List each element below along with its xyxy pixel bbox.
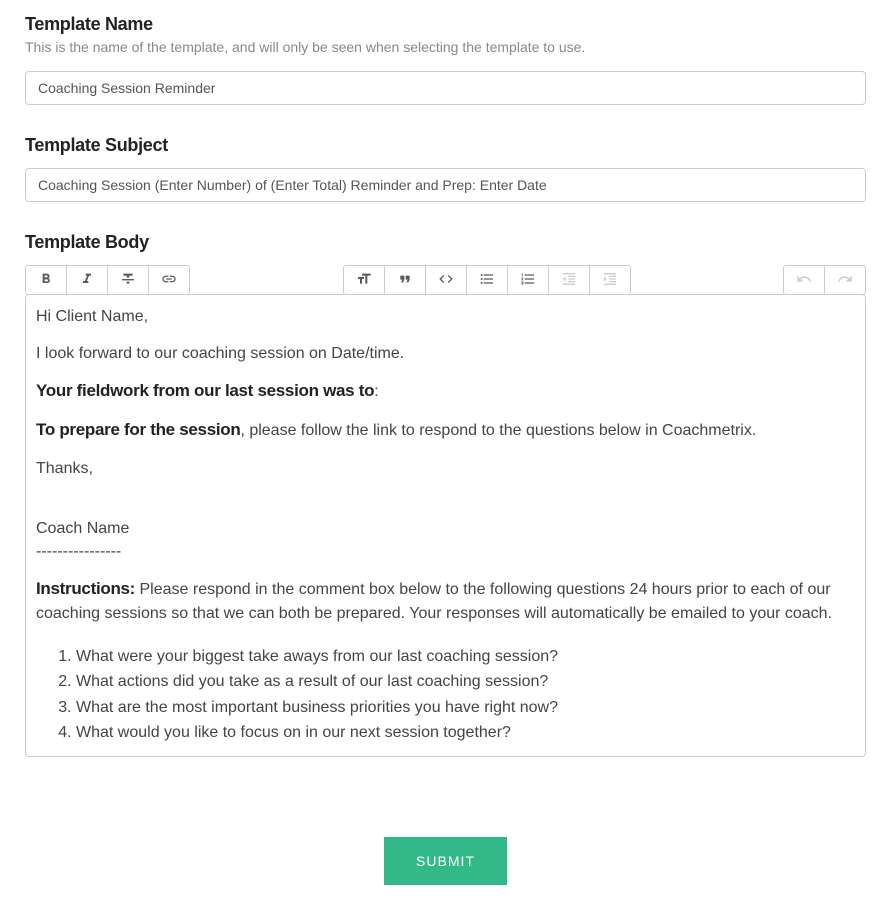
list-item: What are the most important business pri…: [76, 696, 855, 719]
template-body-label: Template Body: [25, 232, 866, 253]
editor-toolbar: [25, 265, 866, 295]
body-fieldwork: Your fieldwork from our last session was…: [36, 379, 855, 404]
template-name-input[interactable]: [25, 71, 866, 105]
code-icon: [438, 271, 454, 290]
strikethrough-button[interactable]: [107, 265, 149, 295]
toolbar-group-history: [783, 265, 866, 295]
bullet-list-icon: [479, 271, 495, 290]
body-questions-list: What were your biggest take aways from o…: [36, 645, 855, 744]
bold-icon: [38, 271, 54, 290]
toolbar-group-format: [25, 265, 190, 295]
body-intro: I look forward to our coaching session o…: [36, 342, 855, 365]
italic-button[interactable]: [66, 265, 108, 295]
list-item: What would you like to focus on in our n…: [76, 721, 855, 744]
quote-icon: [397, 271, 413, 290]
redo-icon: [837, 271, 853, 290]
numbered-list-button[interactable]: [507, 265, 549, 295]
body-fieldwork-colon: :: [374, 383, 378, 400]
numbered-list-icon: [520, 271, 536, 290]
code-button[interactable]: [425, 265, 467, 295]
outdent-icon: [561, 271, 577, 290]
link-button[interactable]: [148, 265, 190, 295]
strikethrough-icon: [120, 271, 136, 290]
template-subject-label: Template Subject: [25, 135, 866, 156]
body-prepare-text: , please follow the link to respond to t…: [240, 422, 756, 439]
template-name-label: Template Name: [25, 14, 866, 35]
template-name-description: This is the name of the template, and wi…: [25, 39, 866, 55]
quote-button[interactable]: [384, 265, 426, 295]
text-size-icon: [356, 271, 372, 290]
undo-button[interactable]: [783, 265, 825, 295]
bullet-list-button[interactable]: [466, 265, 508, 295]
toolbar-group-block: [343, 265, 631, 295]
body-thanks: Thanks,: [36, 457, 855, 480]
body-fieldwork-bold: Your fieldwork from our last session was…: [36, 381, 374, 400]
list-item: What actions did you take as a result of…: [76, 670, 855, 693]
body-coach: Coach Name: [36, 517, 855, 540]
body-instructions: Instructions: Please respond in the comm…: [36, 577, 855, 625]
outdent-button[interactable]: [548, 265, 590, 295]
italic-icon: [79, 271, 95, 290]
indent-button[interactable]: [589, 265, 631, 295]
body-instructions-bold: Instructions:: [36, 579, 135, 598]
template-subject-input[interactable]: [25, 168, 866, 202]
link-icon: [161, 271, 177, 290]
undo-icon: [796, 271, 812, 290]
body-instructions-text: Please respond in the comment box below …: [36, 581, 832, 622]
body-prepare: To prepare for the session, please follo…: [36, 418, 855, 443]
body-divider: ----------------: [36, 540, 855, 563]
indent-icon: [602, 271, 618, 290]
template-body-editor[interactable]: Hi Client Name, I look forward to our co…: [25, 294, 866, 757]
bold-button[interactable]: [25, 265, 67, 295]
redo-button[interactable]: [824, 265, 866, 295]
list-item: What were your biggest take aways from o…: [76, 645, 855, 668]
text-size-button[interactable]: [343, 265, 385, 295]
body-greeting: Hi Client Name,: [36, 305, 855, 328]
body-thanks-blank: [36, 480, 855, 503]
body-prepare-bold: To prepare for the session: [36, 420, 240, 439]
